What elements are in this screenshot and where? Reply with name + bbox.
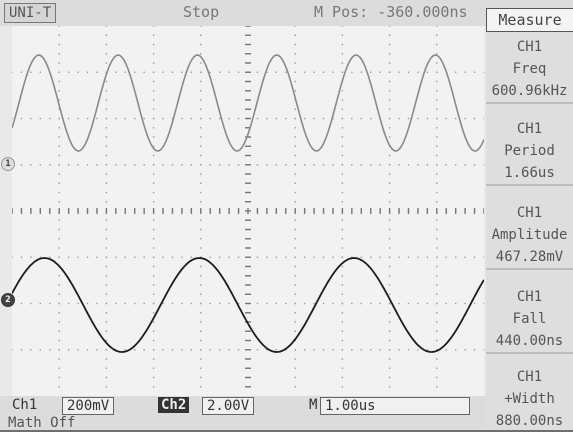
measure-value: 1.66us <box>504 165 555 181</box>
ch2-ground-marker-icon: 2 <box>1 293 15 307</box>
measure-name: Period <box>504 143 555 159</box>
waveform-graticule <box>12 26 484 396</box>
measure-channel: CH1 <box>516 369 543 385</box>
ch1-scale[interactable]: 200mV <box>62 397 115 415</box>
measure-value: 467.28mV <box>495 249 564 265</box>
measure-channel: CH1 <box>516 205 543 221</box>
ch1-label: Ch1 <box>12 397 38 413</box>
measure-value: 600.96kHz <box>491 83 568 99</box>
measure-channel: CH1 <box>516 121 543 137</box>
measure-item-amplitude[interactable]: CH1 Amplitude 467.28mV <box>486 202 573 270</box>
brand-label: UNI-T <box>4 3 57 23</box>
bottom-status-bar: Ch1 200mV Ch2 2.00V M 1.00us Math Off <box>0 396 486 431</box>
math-status: Math Off <box>8 415 76 431</box>
ch2-label: Ch2 <box>158 397 190 413</box>
measure-channel: CH1 <box>516 289 543 305</box>
measure-item-plus-width[interactable]: CH1 +Width 880.00ns <box>486 366 573 432</box>
measure-channel: CH1 <box>516 39 543 55</box>
ch1-ground-marker-icon: 1 <box>1 157 15 171</box>
oscilloscope-screen: UNI-T Stop M Pos: -360.000ns 1 2 Measure… <box>0 0 573 431</box>
run-status: Stop <box>183 3 220 21</box>
main-position-readout: M Pos: -360.000ns <box>314 3 468 21</box>
measure-name: Freq <box>512 61 547 77</box>
measure-name: Amplitude <box>491 227 568 243</box>
timebase-scale[interactable]: 1.00us <box>320 397 470 415</box>
measure-item-freq[interactable]: CH1 Freq 600.96kHz <box>486 36 573 104</box>
measure-panel: Measure CH1 Freq 600.96kHz CH1 Period 1.… <box>486 8 573 430</box>
waveform-display <box>12 26 484 388</box>
measure-title[interactable]: Measure <box>486 8 573 32</box>
measure-name: Fall <box>512 311 547 327</box>
measure-name: +Width <box>504 391 555 407</box>
ch2-trace <box>12 257 484 353</box>
measure-item-fall[interactable]: CH1 Fall 440.00ns <box>486 286 573 354</box>
measure-value: 880.00ns <box>495 413 564 429</box>
measure-value: 440.00ns <box>495 333 564 349</box>
timebase-label: M <box>309 397 318 413</box>
measure-item-period[interactable]: CH1 Period 1.66us <box>486 118 573 186</box>
graticule-grid <box>12 26 484 388</box>
ch2-scale[interactable]: 2.00V <box>202 397 255 415</box>
